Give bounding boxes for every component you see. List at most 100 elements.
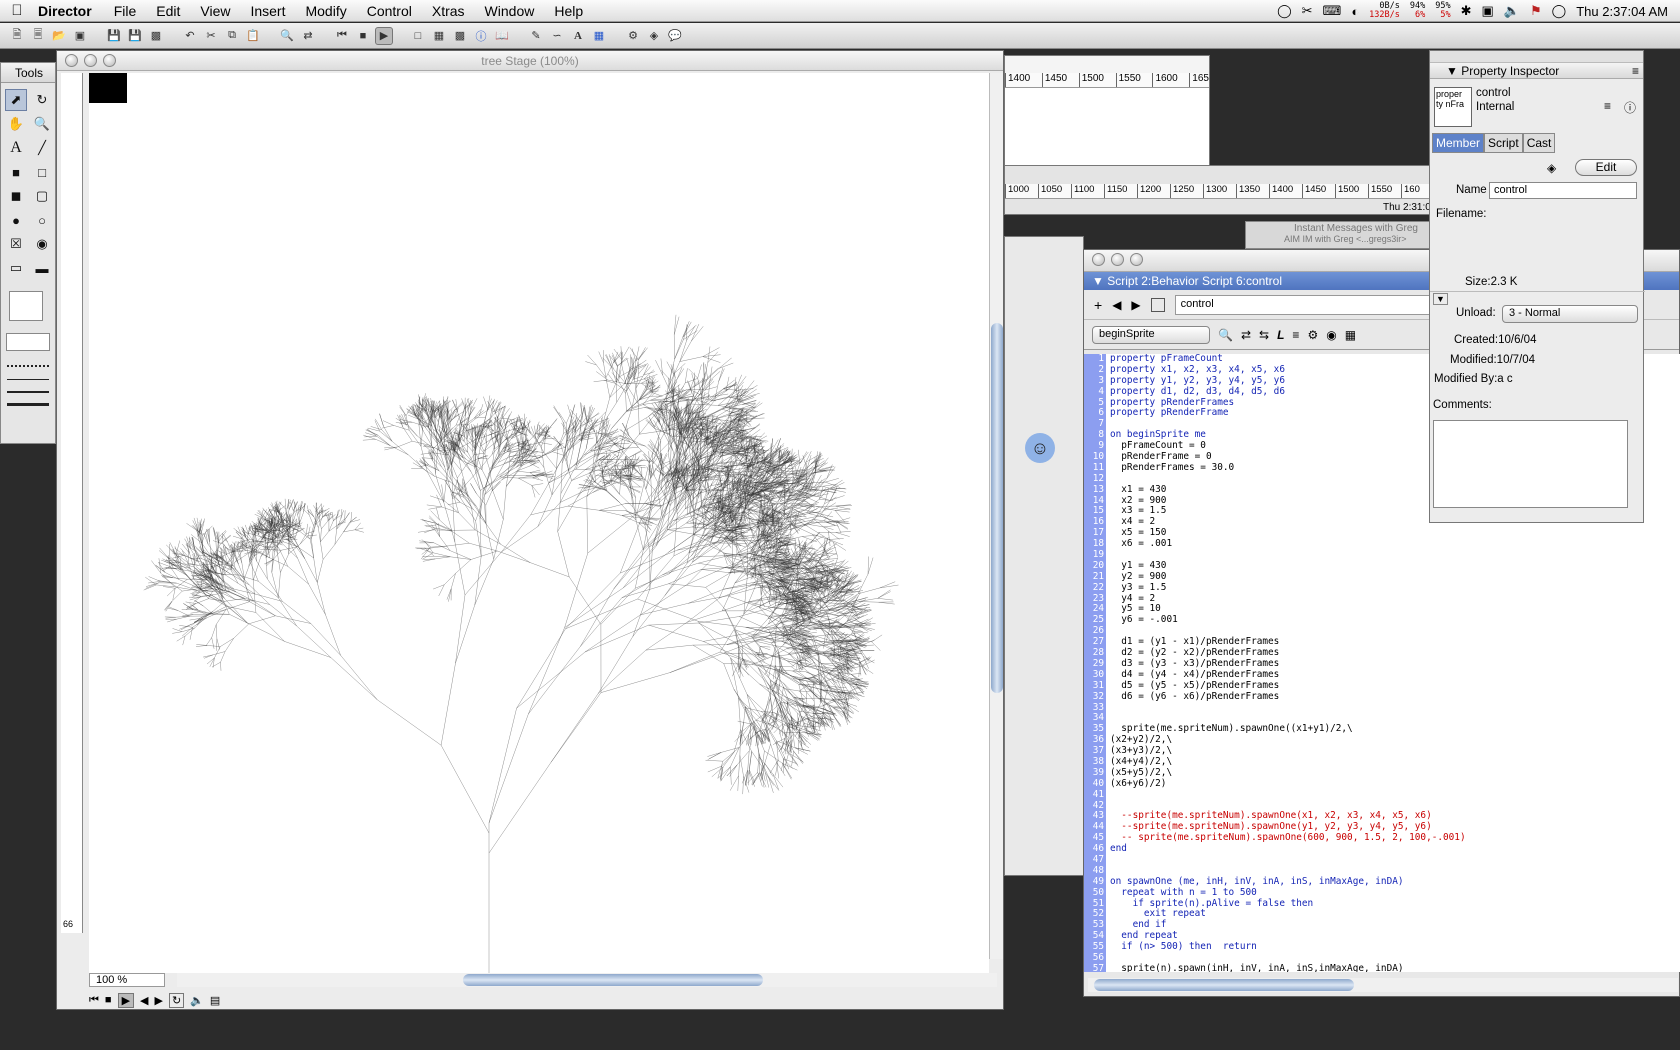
categorized-lingo-icon[interactable]: ≡ [1292,328,1299,342]
paint-icon[interactable]: ✎ [527,27,545,45]
comment-icon[interactable]: ⇄ [1241,328,1251,342]
find-icon[interactable]: 🔍 [278,27,296,45]
stage-horizontal-scroll-thumb[interactable] [463,974,763,986]
code-line[interactable]: x3 = 1.5 [1110,506,1466,517]
line-width-dotted[interactable] [7,365,49,367]
save-icon[interactable]: 💾 [105,27,123,45]
volume-icon[interactable]: 🔈 [1504,3,1520,19]
score-window-icon[interactable]: ▦ [430,27,448,45]
ellipse-tool-icon[interactable]: ○ [31,209,53,231]
vector-icon[interactable]: ∽ [548,27,566,45]
code-line[interactable]: pRenderFrames = 30.0 [1110,462,1466,474]
stage-zoom-button[interactable] [103,54,116,67]
watch-expression-icon[interactable]: ▦ [1345,328,1356,342]
edit-button[interactable]: Edit [1575,159,1637,176]
code-line[interactable]: x1 = 430 [1110,484,1466,496]
copy-icon[interactable]: ⧉ [223,27,241,45]
script-close-button[interactable] [1092,253,1105,266]
script-name-field[interactable]: control [1174,294,1435,315]
tab-script[interactable]: Script [1484,133,1523,153]
chat-icon[interactable]: ◯ [1552,3,1567,19]
script-minimize-button[interactable] [1111,253,1124,266]
code-line[interactable]: y4 = 2 [1110,593,1466,605]
hand-tool-icon[interactable]: ✋ [5,113,27,135]
uncomment-icon[interactable]: ⇆ [1259,328,1269,342]
play-icon[interactable]: ▶ [375,26,393,45]
disclosure-triangle-icon[interactable]: ▼ [1092,274,1104,288]
volume-icon[interactable]: 🔈 [190,994,204,1007]
checkbox-tool-icon[interactable]: ☒ [5,233,27,255]
code-line[interactable] [1110,790,1466,801]
loop-icon[interactable]: ↻ [168,992,185,1008]
new-movie-icon[interactable]: 🗎 [8,27,26,45]
script-horizontal-scroll-thumb[interactable] [1094,979,1354,991]
code-line[interactable]: if (n> 500) then return [1110,941,1466,953]
paste-icon[interactable]: 📋 [244,27,262,45]
undo-icon[interactable]: ↶ [181,27,199,45]
menu-file[interactable]: File [104,3,147,19]
menu-control[interactable]: Control [357,3,422,19]
step-forward-icon[interactable]: ▶ [155,994,163,1007]
field-tool-icon[interactable]: ▭ [5,257,27,279]
play-icon[interactable]: ▶ [117,992,135,1008]
apple-menu-icon[interactable]:  [0,2,34,19]
tab-member[interactable]: Member [1432,133,1485,153]
pi-disclosure-icon[interactable]: ▼ [1446,64,1458,78]
toggle-breakpoint-icon[interactable]: ◉ [1326,328,1336,342]
code-line[interactable]: (x6+y6)/2) [1110,778,1466,790]
keyboard-icon[interactable]: ⌨ [1323,3,1342,19]
sync-icon[interactable]: ◯ [1277,3,1292,19]
text-tool-icon[interactable]: A [5,137,27,159]
filled-rect-tool-icon[interactable]: ■ [5,161,27,183]
list-view-icon[interactable]: ≡ [1604,99,1611,113]
code-line[interactable]: x6 = .001 [1110,538,1466,550]
rewind-icon[interactable]: ⏮ [89,994,99,1007]
code-line[interactable] [1110,855,1466,866]
radio-tool-icon[interactable]: ◉ [31,233,53,255]
button-tool-icon[interactable]: ▬ [31,257,53,279]
screen-icon[interactable]: ▣ [1482,3,1494,19]
filled-ellipse-tool-icon[interactable]: ● [5,209,27,231]
menu-edit[interactable]: Edit [146,3,190,19]
code-line[interactable]: property d1, d2, d3, d4, d5, d6 [1110,386,1466,398]
comments-field[interactable] [1433,420,1628,508]
new-cast-icon[interactable]: 🗏 [29,27,47,45]
menu-view[interactable]: View [190,3,240,19]
pi-options-icon[interactable]: ≡ [1632,64,1639,78]
text-icon[interactable]: A [569,27,587,45]
stage-vertical-scrollbar[interactable] [989,73,1003,959]
unload-popup[interactable]: 3 - Normal [1502,305,1638,323]
fill-color-swatch[interactable] [9,291,43,321]
code-line[interactable]: -- sprite(me.spriteNum).spawnOne(600, 90… [1110,832,1465,844]
stage-close-button[interactable] [65,54,78,67]
line-tool-icon[interactable]: ╱ [31,137,53,159]
library-icon[interactable]: 📖 [493,27,511,45]
stage-vertical-scroll-thumb[interactable] [991,323,1003,693]
tab-cast[interactable]: Cast [1522,133,1556,153]
app-menu[interactable]: Director [34,3,104,19]
bluetooth-icon[interactable]: ✱ [1461,3,1472,19]
behavior-icon[interactable]: ⚙ [624,27,642,45]
code-line[interactable]: property pRenderFrame [1110,408,1466,419]
code-line[interactable]: sprite(n).spawn(inH, inV, inA, inS,inMax… [1110,963,1466,972]
script-cast-icon[interactable] [1150,297,1165,312]
alphabetical-lingo-icon[interactable]: L [1277,328,1284,342]
flag-icon[interactable]: ⚑ [1530,3,1542,19]
code-line[interactable]: y6 = -.001 [1110,614,1466,626]
rotate-tool-icon[interactable]: ↻ [31,89,53,111]
stage-minimize-button[interactable] [84,54,97,67]
stage-window-icon[interactable]: □ [409,27,427,45]
line-width-3[interactable] [7,403,49,406]
selected-sprite-marker[interactable] [89,73,127,103]
script-icon[interactable]: ▦ [590,27,608,45]
handler-popup[interactable]: beginSprite [1092,325,1210,344]
filled-round-rect-tool-icon[interactable]: ◼ [5,185,27,207]
script-xtras-icon[interactable]: ⚙ [1307,328,1318,342]
next-script-icon[interactable]: ▶ [1131,298,1140,312]
menu-window[interactable]: Window [475,3,545,19]
stage-zoom-field[interactable]: 100 % [89,973,165,987]
name-field[interactable]: control [1489,182,1637,199]
menu-help[interactable]: Help [544,3,593,19]
collapse-icon[interactable]: ▼ [1433,293,1448,305]
stop-icon[interactable]: ■ [354,27,372,45]
